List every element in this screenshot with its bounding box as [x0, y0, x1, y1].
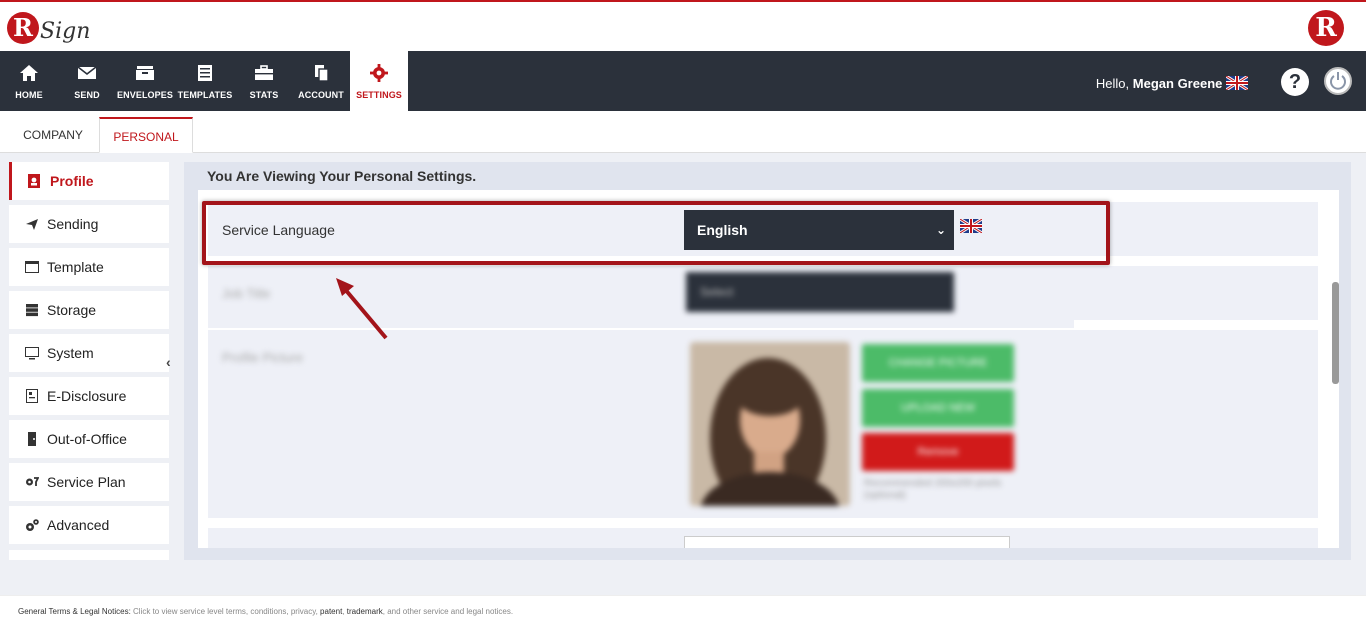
- job-title-value: Select: [700, 285, 734, 299]
- legal-text-end: , and other service and legal notices.: [382, 607, 514, 616]
- power-icon: [1330, 72, 1346, 90]
- sidebar-item-e-disclosure[interactable]: E-Disclosure: [9, 377, 169, 415]
- sidebar-item-template[interactable]: Template: [9, 248, 169, 286]
- nav-settings-label: SETTINGS: [356, 90, 402, 100]
- copy-icon: [292, 63, 350, 87]
- page-title: You Are Viewing Your Personal Settings.: [207, 168, 477, 184]
- sidebar-item-label: Advanced: [47, 517, 110, 533]
- company-logo: R: [1308, 10, 1344, 46]
- profile-picture-row: Profile Picture CHANGE PICTURE UPLOAD NE…: [208, 330, 1318, 518]
- inbox-icon: [116, 63, 174, 87]
- nav-account[interactable]: ACCOUNT: [292, 51, 350, 111]
- sidebar-item-label: E-Disclosure: [47, 388, 127, 404]
- paper-plane-icon: [25, 217, 39, 231]
- nav-templates-label: TEMPLATES: [177, 90, 233, 100]
- help-button[interactable]: ?: [1281, 68, 1309, 96]
- trademark-link[interactable]: trademark: [347, 607, 383, 616]
- nav-account-label: ACCOUNT: [298, 90, 344, 100]
- nav-send-label: SEND: [74, 90, 100, 100]
- legal-notices-link[interactable]: General Terms & Legal Notices:: [18, 607, 131, 616]
- change-picture-button[interactable]: CHANGE PICTURE: [862, 344, 1014, 382]
- door-icon: [25, 432, 39, 446]
- footer: General Terms & Legal Notices: Click to …: [0, 595, 1366, 625]
- server-icon: [25, 303, 39, 317]
- brand-bar: R Sign R: [0, 0, 1366, 51]
- nav-envelopes-label: ENVELOPES: [117, 90, 173, 100]
- sidebar-item-more: [9, 550, 169, 560]
- highlight-box: [202, 201, 1110, 265]
- collapse-sidebar-button[interactable]: ‹: [166, 354, 178, 370]
- upload-picture-button[interactable]: UPLOAD NEW: [862, 389, 1014, 427]
- sidebar-item-out-of-office[interactable]: Out-of-Office: [9, 420, 169, 458]
- profile-icon: [27, 174, 41, 188]
- nav-home-label: HOME: [15, 90, 43, 100]
- document-icon: [25, 389, 39, 403]
- legal-text: Click to view service level terms, condi…: [130, 607, 321, 616]
- sidebar-item-sending[interactable]: Sending: [9, 205, 169, 243]
- nav-settings[interactable]: SETTINGS: [350, 51, 408, 111]
- monitor-icon: [25, 346, 39, 360]
- job-title-label: Job Title: [222, 286, 271, 301]
- tab-company[interactable]: COMPANY: [10, 117, 96, 153]
- gear-icon: [350, 63, 408, 87]
- logo-r-mark: R: [7, 12, 39, 44]
- settings-subtabs: COMPANY PERSONAL: [0, 111, 1366, 153]
- envelope-icon: [58, 63, 116, 87]
- briefcase-icon: [236, 63, 292, 87]
- logo-sign-text: Sign: [40, 18, 91, 44]
- sidebar-item-label: Out-of-Office: [47, 431, 127, 447]
- remove-picture-button[interactable]: Remove: [862, 433, 1014, 471]
- nav-envelopes[interactable]: ENVELOPES: [116, 51, 174, 111]
- sidebar-item-label: Storage: [47, 302, 97, 318]
- vertical-scrollbar[interactable]: [1332, 282, 1339, 384]
- greeting-text: Hello,: [1095, 76, 1130, 91]
- gears-icon: [25, 475, 40, 489]
- user-greeting: Hello, Megan Greene: [1095, 74, 1249, 93]
- picture-note: Recommended 200x200 pixels (optional): [864, 478, 1002, 501]
- nav-templates[interactable]: TEMPLATES: [174, 51, 236, 111]
- next-setting-row: [208, 528, 1318, 548]
- tab-personal[interactable]: PERSONAL: [99, 117, 193, 153]
- cogs-icon: [25, 518, 39, 532]
- sidebar-item-label: Template: [47, 259, 104, 275]
- settings-sidebar: Profile Sending Template Storage System …: [9, 162, 169, 560]
- user-name[interactable]: Megan Greene: [1133, 76, 1223, 91]
- sidebar-item-storage[interactable]: Storage: [9, 291, 169, 329]
- legal-notices: General Terms & Legal Notices: Click to …: [18, 607, 513, 616]
- sidebar-item-label: System: [47, 345, 94, 361]
- nav-stats-label: STATS: [249, 90, 279, 100]
- logout-button[interactable]: [1324, 67, 1352, 95]
- profile-picture-label: Profile Picture: [222, 350, 303, 365]
- home-icon: [0, 63, 58, 87]
- uk-flag-icon[interactable]: [1225, 74, 1249, 93]
- sidebar-item-system[interactable]: System: [9, 334, 169, 372]
- profile-photo: [690, 342, 850, 506]
- nav-stats[interactable]: STATS: [236, 51, 292, 111]
- nav-send[interactable]: SEND: [58, 51, 116, 111]
- annotation-arrow-icon: [336, 278, 388, 340]
- templates-icon: [174, 63, 236, 87]
- sidebar-item-service-plan[interactable]: Service Plan: [9, 463, 169, 501]
- next-setting-field[interactable]: [684, 536, 1010, 548]
- nav-home[interactable]: HOME: [0, 51, 58, 111]
- sidebar-item-profile[interactable]: Profile: [9, 162, 169, 200]
- sidebar-item-label: Profile: [50, 173, 94, 189]
- window-icon: [25, 260, 39, 274]
- job-title-select[interactable]: Select: [686, 272, 954, 312]
- rsign-logo[interactable]: R Sign: [7, 8, 90, 48]
- sidebar-item-advanced[interactable]: Advanced: [9, 506, 169, 544]
- patent-link[interactable]: patent: [320, 607, 342, 616]
- sidebar-item-label: Sending: [47, 216, 99, 232]
- sidebar-item-label: Service Plan: [47, 474, 126, 490]
